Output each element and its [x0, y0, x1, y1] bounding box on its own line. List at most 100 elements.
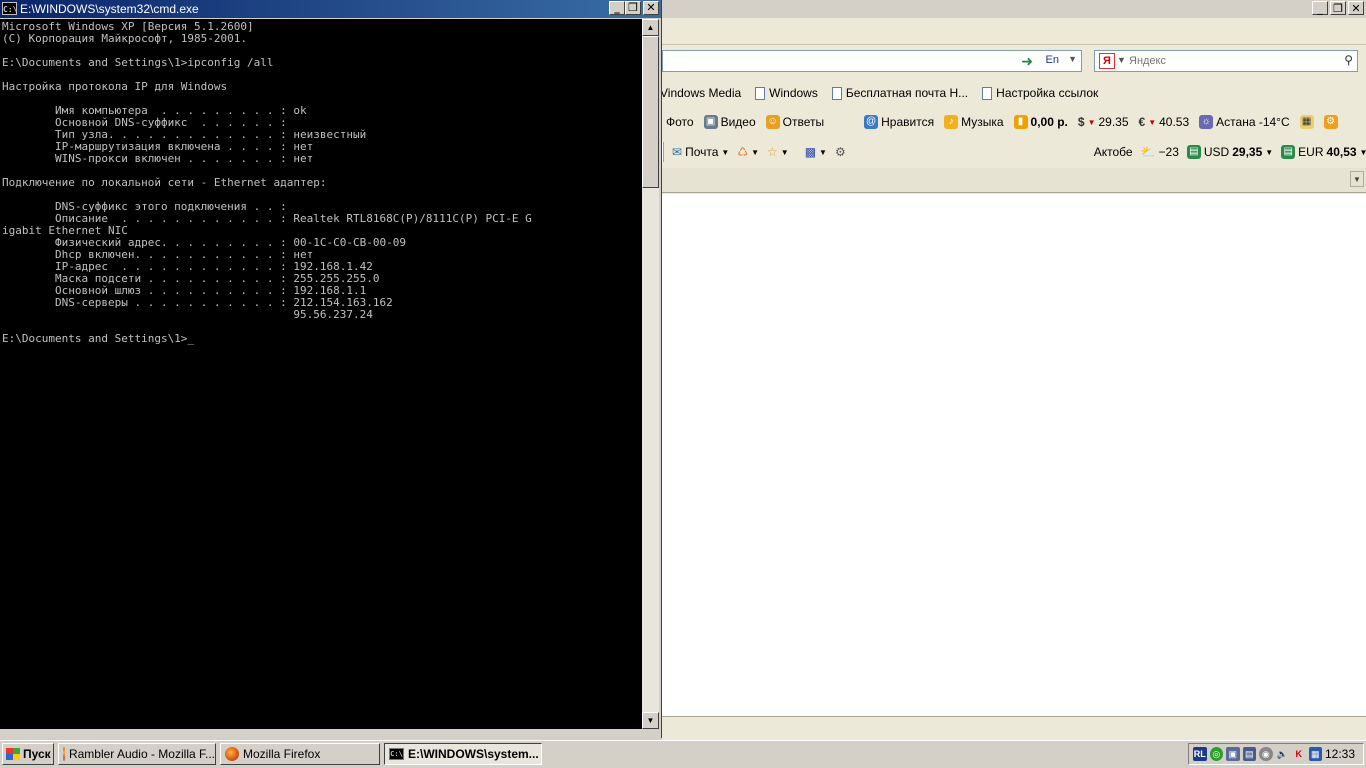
temperature[interactable]: ⛅ −23 [1141, 145, 1179, 159]
close-button[interactable]: ✕ [643, 1, 659, 15]
euro-icon: € [1138, 115, 1146, 129]
search-input[interactable] [1129, 53, 1329, 69]
sync-button[interactable]: ♺ ▼ [737, 145, 759, 159]
console-line: 95.56.237.24 [2, 308, 373, 321]
go-arrow-icon[interactable]: ➜ [1021, 53, 1033, 70]
video-link[interactable]: ▣ Видео [703, 115, 756, 129]
label: Нравится [881, 115, 935, 129]
disk-icon[interactable]: ◉ [1259, 747, 1273, 761]
yandex-icon[interactable]: Я [1099, 53, 1115, 69]
navigation-toolbar: ➜ En ▼ Я ▼ ⚲ [662, 46, 1366, 76]
search-box[interactable]: Я ▼ ⚲ [1094, 50, 1358, 72]
cmd-titlebar[interactable]: C:\ E:\WINDOWS\system32\cmd.exe _ ❐ ✕ [0, 0, 661, 18]
task-label: E:\WINDOWS\system... [408, 747, 539, 761]
volume-icon[interactable]: 🔈 [1275, 747, 1289, 761]
bookmark-settings[interactable]: Настройка ссылок [982, 86, 1098, 100]
task-label: Mozilla Firefox [243, 747, 321, 761]
language-indicator[interactable]: RL [1193, 747, 1207, 761]
sync-icon: ♺ [737, 145, 749, 159]
tab-list-button[interactable]: ▼ [1350, 171, 1364, 187]
start-button[interactable]: Пуск [2, 743, 54, 765]
taskbar: Пуск Rambler Audio - Mozilla F... Mozill… [0, 740, 1366, 768]
star-icon: ☆ [767, 145, 778, 159]
bookmark-label: Настройка ссылок [996, 86, 1099, 100]
yabar-gear[interactable]: ⚙ [1323, 115, 1338, 129]
console-line: (С) Корпорация Майкрософт, 1985-2001. [2, 32, 248, 45]
label: Фото [666, 115, 694, 129]
bookmark-windows-media[interactable]: Vindows Media [660, 86, 741, 100]
minimize-button[interactable]: _ [609, 1, 625, 15]
connection-icon[interactable]: ▦ [1308, 747, 1322, 761]
city-label[interactable]: Актобе [1094, 145, 1133, 159]
chevron-down-icon: ▼ [751, 147, 759, 157]
bookmark-label: Бесплатная почта Н... [845, 86, 969, 100]
photo-link[interactable]: Фото [666, 115, 694, 129]
eur-rate[interactable]: € ▼ 40.53 [1139, 115, 1190, 129]
yabar-settings[interactable]: ▦ [1299, 115, 1314, 129]
window-title: E:\WINDOWS\system32\cmd.exe [20, 2, 199, 16]
gear-icon: ⚙ [834, 145, 846, 159]
usd-widget[interactable]: ▤ USD 29,35 ▼ [1186, 145, 1274, 159]
firefox-icon [225, 747, 239, 761]
scroll-down-button[interactable]: ▼ [642, 712, 659, 729]
network-icon[interactable]: ◎ [1209, 747, 1223, 761]
bookmark-label: Vindows Media [660, 86, 742, 100]
chevron-down-icon[interactable]: ▼ [1117, 55, 1126, 65]
label: 29.35 [1098, 115, 1129, 129]
chart-icon: ▤ [1186, 145, 1201, 159]
bookmarks-toolbar: Vindows Media Windows Бесплатная почта Н… [660, 82, 1366, 104]
chevron-down-icon: ▼ [721, 147, 730, 157]
task-rambler-audio[interactable]: Rambler Audio - Mozilla F... [58, 743, 216, 765]
favorites-button[interactable]: ☆ ▼ [767, 145, 789, 159]
label: USD [1203, 145, 1230, 159]
cloud-sun-icon: ⛅ [1140, 145, 1156, 159]
search-icon[interactable]: ⚲ [1344, 53, 1353, 67]
console-output[interactable]: Microsoft Windows XP [Версия 5.1.2600] (… [0, 19, 642, 729]
scroll-up-button[interactable]: ▲ [642, 19, 659, 36]
answers-link[interactable]: ☺ Ответы [765, 115, 825, 129]
bookmark-free-mail[interactable]: Бесплатная почта Н... [831, 86, 969, 100]
label: Видео [720, 115, 756, 129]
display-icon[interactable]: ▤ [1242, 747, 1256, 761]
eur-widget[interactable]: ▤ EUR 40,53 ▼ [1281, 145, 1366, 159]
mail-button[interactable]: ✉ Почта ▼ [672, 145, 729, 159]
weather-link[interactable]: ☼ Астана -14°C [1199, 115, 1290, 129]
value: 40,53 [1326, 145, 1357, 159]
task-mozilla-firefox[interactable]: Mozilla Firefox [220, 743, 380, 765]
firefox-window: _ ❐ ✕ ➜ En ▼ Я ▼ ⚲ Vindows Media Windows… [660, 0, 1366, 740]
usd-rate[interactable]: $ ▼ 29.35 [1078, 115, 1129, 129]
clock[interactable]: 12:33 [1325, 747, 1363, 761]
box-button[interactable]: ▩ ▼ [805, 145, 827, 159]
task-cmd[interactable]: C:\ E:\WINDOWS\system... [384, 743, 542, 765]
maximize-button[interactable]: ❐ [625, 1, 641, 15]
console-line: Настройка протокола IP для Windows [2, 80, 228, 93]
firefox-menubar [662, 20, 1366, 45]
task-label: Rambler Audio - Mozilla F... [68, 747, 215, 761]
bookmark-windows[interactable]: Windows [755, 86, 818, 100]
monitor-icon[interactable]: ▣ [1226, 747, 1240, 761]
antivirus-icon[interactable]: K [1292, 747, 1306, 761]
chevron-down-icon[interactable]: ▼ [1068, 54, 1077, 64]
money-link[interactable]: ▮ 0,00 р. [1013, 115, 1068, 129]
maximize-button[interactable]: ❐ [1330, 1, 1346, 15]
system-tray: RL ◎ ▣ ▤ ◉ 🔈 K ▦ 12:33 [1188, 743, 1364, 765]
label: 0,00 р. [1030, 115, 1068, 129]
chevron-down-icon: ▼ [1265, 147, 1274, 157]
url-bar[interactable]: ➜ En ▼ [662, 50, 1082, 72]
scroll-thumb[interactable] [642, 36, 659, 188]
chevron-down-icon: ▼ [819, 147, 827, 157]
minimize-button[interactable]: _ [1312, 1, 1328, 15]
vertical-scrollbar[interactable]: ▲ ▼ [642, 19, 659, 729]
label: Ответы [782, 115, 825, 129]
console-line: Подключение по локальной сети - Ethernet… [2, 176, 327, 189]
down-arrow-icon: ▼ [1087, 117, 1096, 127]
close-button[interactable]: ✕ [1348, 1, 1364, 15]
firefox-icon [63, 747, 65, 761]
toolbar-grip [662, 142, 664, 162]
settings-button[interactable]: ⚙ [835, 145, 846, 159]
tab-strip: ▼ [662, 168, 1366, 193]
console-line: E:\Documents and Settings\1>ipconfig /al… [2, 56, 274, 69]
music-link[interactable]: ♪ Музыка [944, 115, 1004, 129]
likes-link[interactable]: @ Нравится [864, 115, 934, 129]
yandex-bar: Фото ▣ Видео ☺ Ответы @ Нравится ♪ Музыка ▮ 0… [662, 110, 1366, 134]
